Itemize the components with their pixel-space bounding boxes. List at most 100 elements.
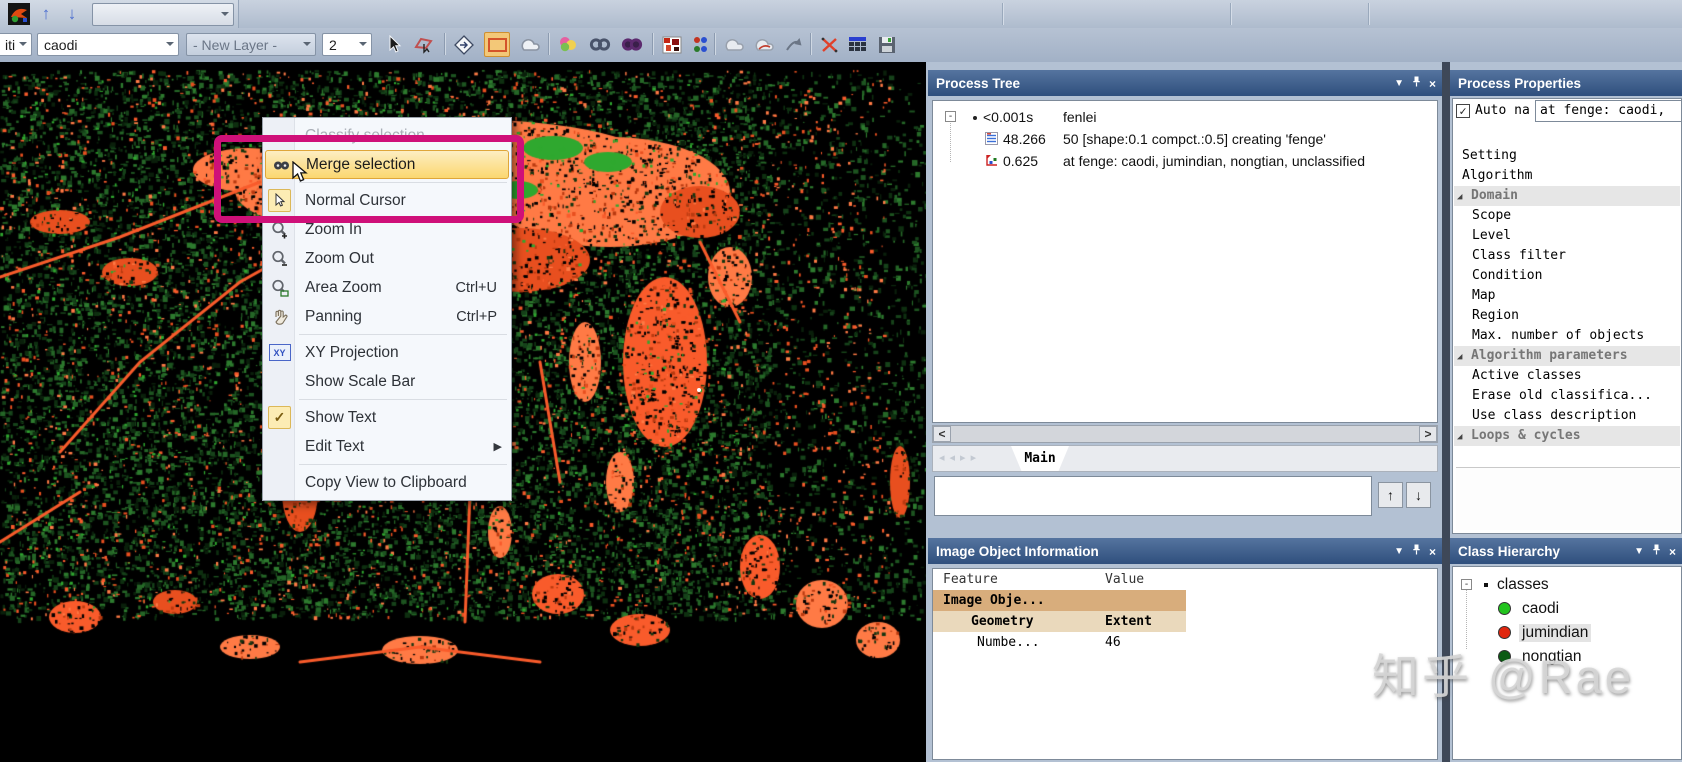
expanded-triangle-icon[interactable]: ◢ xyxy=(1454,347,1471,366)
property-row-erase-old[interactable]: Erase old classifica... xyxy=(1454,386,1680,406)
table-row[interactable]: Numbe... 46 xyxy=(933,632,1437,653)
property-row-condition[interactable]: Condition xyxy=(1454,266,1680,286)
region-grow-tool[interactable] xyxy=(722,33,746,56)
panel-menu-icon[interactable]: ▼ xyxy=(1634,545,1644,559)
property-row-level[interactable]: Level xyxy=(1454,226,1680,246)
expanded-triangle-icon[interactable]: ◢ xyxy=(1454,427,1471,446)
class-combobox[interactable]: caodi xyxy=(37,33,179,56)
close-icon[interactable]: × xyxy=(1429,545,1436,559)
region-shrink-tool[interactable] xyxy=(752,33,776,56)
tab-nav-arrows[interactable]: ◂◂▸▸ xyxy=(939,451,981,464)
property-grid[interactable]: Setting Algorithm ◢ Domain Scope Level Cl… xyxy=(1454,146,1680,446)
process-tree-edit-box[interactable] xyxy=(934,476,1372,516)
scale-combobox[interactable]: 2 xyxy=(322,33,372,56)
menu-item-show-text[interactable]: ✓ Show Text xyxy=(263,403,511,432)
scale-combobox-value: 2 xyxy=(329,36,337,53)
samples-view-tool[interactable] xyxy=(688,33,712,56)
property-row-setting[interactable]: Setting xyxy=(1454,146,1680,166)
move-up-button[interactable]: ↑ xyxy=(34,3,58,25)
layer-combobox[interactable]: - New Layer - xyxy=(186,33,316,56)
redo-arrow-tool[interactable] xyxy=(782,33,806,56)
move-down-button[interactable]: ↓ xyxy=(1406,482,1431,508)
tab-main[interactable]: Main xyxy=(1011,446,1069,471)
expanded-triangle-icon[interactable]: ◢ xyxy=(1454,187,1471,206)
process-name: fenlei xyxy=(1063,109,1097,125)
process-properties-titlebar[interactable]: Process Properties xyxy=(1450,70,1682,96)
scroll-right-button[interactable]: > xyxy=(1419,426,1437,442)
property-group-domain[interactable]: ◢ Domain xyxy=(1454,186,1680,206)
menu-item-area-zoom[interactable]: Area Zoom Ctrl+U xyxy=(263,273,511,302)
process-tree-row[interactable]: 48.266 50 [shape:0.1 compct.:0.5] creati… xyxy=(933,128,1437,150)
close-icon[interactable]: × xyxy=(1669,545,1676,559)
process-tree-row[interactable]: 0.625 at fenge: caodi, jumindian, nongti… xyxy=(933,150,1437,172)
menu-item-label: Show Scale Bar xyxy=(305,372,416,390)
class-color-dot xyxy=(1498,602,1511,615)
menu-item-normal-cursor[interactable]: Normal Cursor xyxy=(263,186,511,215)
property-group-algorithm-parameters[interactable]: ◢ Algorithm parameters xyxy=(1454,346,1680,366)
scroll-left-button[interactable]: < xyxy=(933,426,951,442)
property-row-active-classes[interactable]: Active classes xyxy=(1454,366,1680,386)
table-row[interactable]: Image Obje... xyxy=(933,590,1186,611)
polygon-select-tool[interactable] xyxy=(412,33,436,56)
feature-table-tool[interactable] xyxy=(846,33,870,56)
property-row-max-objects[interactable]: Max. number of objects xyxy=(1454,326,1680,346)
property-row-use-class-description[interactable]: Use class description xyxy=(1454,406,1680,426)
classification-view-tool[interactable] xyxy=(660,33,684,56)
collapse-icon[interactable]: - xyxy=(945,111,956,122)
move-down-button[interactable]: ↓ xyxy=(60,3,84,25)
value-cell: 46 xyxy=(1105,635,1121,650)
property-group-loops-cycles[interactable]: ◢ Loops & cycles xyxy=(1454,426,1680,446)
value-cell: Extent xyxy=(1105,614,1152,629)
process-tree-hscrollbar[interactable]: < > xyxy=(932,425,1438,443)
menu-item-classify-selection[interactable]: Classify selection xyxy=(263,121,511,150)
collapse-icon[interactable]: - xyxy=(1461,579,1472,590)
menu-item-show-scale-bar[interactable]: Show Scale Bar xyxy=(263,367,511,396)
process-tree-titlebar[interactable]: Process Tree ▼ × xyxy=(928,70,1442,96)
property-row-class-filter[interactable]: Class filter xyxy=(1454,246,1680,266)
classify-selection-tool[interactable] xyxy=(556,33,580,56)
property-row-scope[interactable]: Scope xyxy=(1454,206,1680,226)
menu-item-zoom-out[interactable]: Zoom Out xyxy=(263,244,511,273)
pin-icon[interactable] xyxy=(1652,544,1661,560)
select-cursor-tool[interactable] xyxy=(382,33,406,56)
process-name-input[interactable]: at fenge: caodi, xyxy=(1535,100,1682,122)
menu-item-label: Normal Cursor xyxy=(305,191,406,209)
menu-item-zoom-in[interactable]: Zoom In xyxy=(263,215,511,244)
menu-item-panning[interactable]: Panning Ctrl+P xyxy=(263,302,511,331)
menu-item-label: Zoom In xyxy=(305,220,362,238)
menu-item-copy-view-to-clipboard[interactable]: Copy View to Clipboard xyxy=(263,468,511,497)
freehand-region-tool[interactable] xyxy=(518,33,542,56)
top-combobox[interactable] xyxy=(92,3,234,26)
class-item-caodi[interactable]: caodi xyxy=(1453,597,1681,621)
property-row-map[interactable]: Map xyxy=(1454,286,1680,306)
property-label: Condition xyxy=(1472,268,1543,283)
class-combobox-partial[interactable]: iti xyxy=(0,33,32,56)
image-object-information-titlebar[interactable]: Image Object Information ▼ × xyxy=(928,538,1442,564)
auto-name-checkbox[interactable]: ✓ xyxy=(1456,103,1470,118)
close-icon[interactable]: × xyxy=(1429,77,1436,91)
process-tree-content[interactable]: - <0.001s fenlei 48.266 50 [shape:0.1 co… xyxy=(932,100,1438,423)
panel-menu-icon[interactable]: ▼ xyxy=(1394,77,1404,91)
table-row[interactable]: Geometry Extent xyxy=(933,611,1186,632)
process-tree-row-root[interactable]: - <0.001s fenlei xyxy=(933,106,1437,128)
panel-menu-icon[interactable]: ▼ xyxy=(1394,545,1404,559)
class-tree-root[interactable]: - classes xyxy=(1453,573,1681,597)
property-row-algorithm[interactable]: Algorithm xyxy=(1454,166,1680,186)
rectangle-select-tool[interactable] xyxy=(484,32,510,57)
panning-hand-icon xyxy=(268,305,291,328)
toolbar-separator xyxy=(548,33,549,55)
save-tool[interactable] xyxy=(876,33,900,56)
feature-cell: Image Obje... xyxy=(943,593,1045,608)
merge-region-tool[interactable] xyxy=(620,33,644,56)
menu-item-xy-projection[interactable]: XY XY Projection xyxy=(263,338,511,367)
move-up-button[interactable]: ↑ xyxy=(1378,482,1403,508)
class-hierarchy-titlebar[interactable]: Class Hierarchy ▼ × xyxy=(1450,538,1682,564)
pin-icon[interactable] xyxy=(1412,76,1421,92)
navigate-tool[interactable] xyxy=(452,33,476,56)
merge-selection-tool[interactable] xyxy=(588,33,612,56)
property-row-region[interactable]: Region xyxy=(1454,306,1680,326)
property-label: Class filter xyxy=(1472,248,1566,263)
delete-classification-tool[interactable] xyxy=(818,33,842,56)
menu-item-edit-text[interactable]: Edit Text ▶ xyxy=(263,432,511,461)
pin-icon[interactable] xyxy=(1412,544,1421,560)
